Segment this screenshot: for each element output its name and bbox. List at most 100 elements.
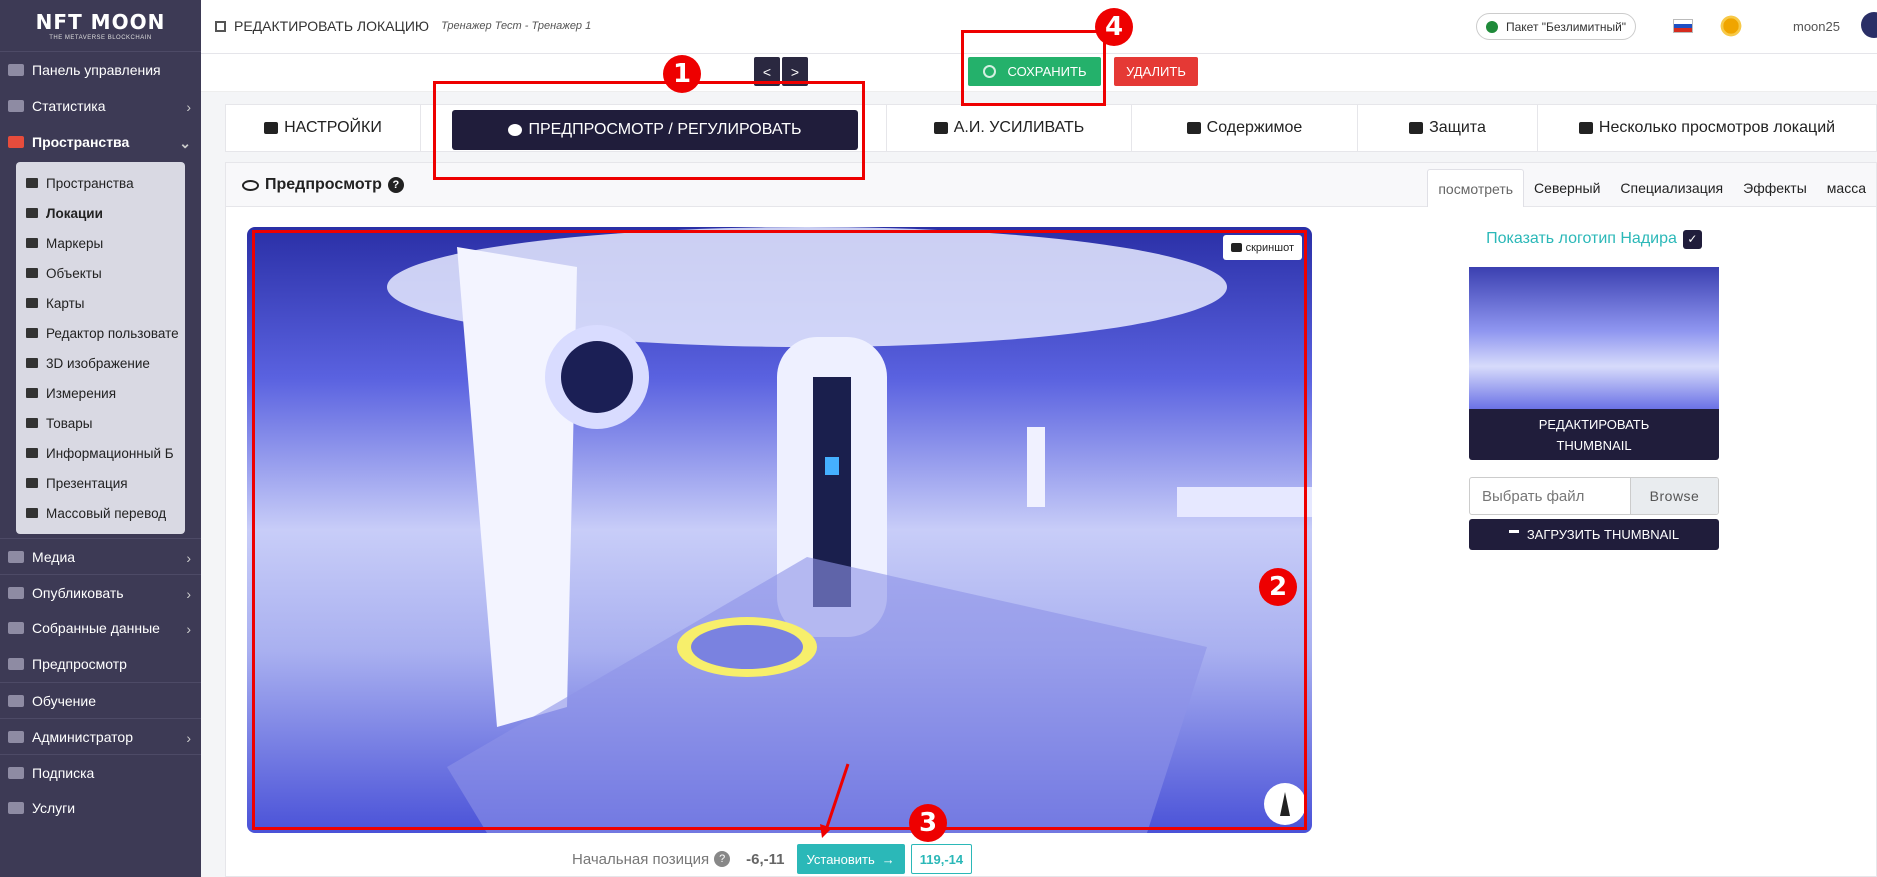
sub-presentation[interactable]: Презентация [16,468,185,498]
chart-icon [8,100,24,112]
edit-thumb-line1: РЕДАКТИРОВАТЬ [1538,416,1650,432]
database-icon [8,622,24,634]
arrow-right-icon: → [881,851,895,867]
nav-training[interactable]: Обучение [0,682,201,718]
subtab-mass[interactable]: масса [1817,169,1876,207]
username[interactable]: moon25 [1793,19,1840,34]
crop-icon [26,208,38,218]
sub-info[interactable]: Информационный Б [16,438,185,468]
services-icon [8,802,24,814]
image-icon [26,238,38,248]
tab-ai-enhance[interactable]: А.И. УСИЛИВАТЬ [886,105,1132,151]
panel-title-text: Предпросмотр [265,176,382,193]
spaces-icon [8,136,24,148]
monitor-icon [8,550,24,563]
target-icon [26,268,38,278]
nav-services[interactable]: Услуги [0,790,201,826]
browse-button[interactable]: Browse [1630,478,1718,514]
set-position-button[interactable]: Установить → [796,844,905,874]
nav-dashboard[interactable]: Панель управления [0,52,201,88]
edit-thumbnail-button[interactable]: РЕДАКТИРОВАТЬ THUMBNAIL [1469,409,1719,460]
sub-measurements[interactable]: Измерения [16,378,185,408]
tab-security[interactable]: Защита [1358,105,1538,151]
sub-label: Презентация [46,475,128,491]
annotation-badge-2: 2 [1259,568,1297,606]
help-icon[interactable]: ? [387,177,404,193]
subtab-specialization[interactable]: Специализация [1610,169,1733,207]
lock-icon [1409,122,1424,134]
nav-label: Панель управления [32,62,161,78]
sub-label: Локации [46,205,103,221]
card-icon [8,766,24,779]
upload-thumbnail-button[interactable]: ЗАГРУЗИТЬ THUMBNAIL [1469,519,1719,550]
nav-label: Медиа [32,548,76,565]
breadcrumb: РЕДАКТИРОВАТЬ ЛОКАЦИЮ Тренажер Тест - Тр… [215,18,591,34]
nav-subscription[interactable]: Подписка [0,754,201,790]
subtab-north[interactable]: Северный [1524,169,1610,207]
spaces-submenu: Пространства Локации Маркеры Объекты Кар… [16,162,185,534]
tab-multi-view[interactable]: Несколько просмотров локаций [1538,105,1876,151]
nav-admin[interactable]: Администратор › [0,718,201,754]
sub-locations[interactable]: Локации [16,198,185,228]
chevron-right-icon: › [186,730,191,746]
gears-icon [264,122,279,134]
chevron-right-icon: › [186,99,191,115]
nav-label: Собранные данные [32,620,160,636]
sub-label: Карты [46,295,85,311]
sub-objects[interactable]: Объекты [16,258,185,288]
panel-title: Предпросмотр ? [242,176,404,194]
annotation-badge-3: 3 [909,804,947,842]
nav-publish[interactable]: Опубликовать › [0,574,201,610]
sub-maps[interactable]: Карты [16,288,185,318]
sub-3d-image[interactable]: 3D изображение [16,348,185,378]
sub-user-editor[interactable]: Редактор пользовате [16,318,185,348]
start-position-label: Начальная позиция [572,850,710,868]
eye-icon [242,179,259,191]
russian-flag-icon[interactable] [1673,19,1693,33]
tab-content[interactable]: Содержимое [1132,105,1358,151]
avatar[interactable] [1861,12,1877,38]
nadir-logo-label: Показать логотип Надира [1486,230,1677,247]
nav-statistics[interactable]: Статистика › [0,88,201,124]
theme-sun-icon[interactable] [1719,14,1743,38]
sub-label: Информационный Б [46,445,174,461]
sub-label: Измерения [46,385,117,401]
upload-label: ЗАГРУЗИТЬ THUMBNAIL [1526,527,1680,542]
diamond-icon [26,478,38,488]
nav-media[interactable]: Медиа › [0,538,201,574]
help-icon[interactable]: ? [714,851,731,867]
subtab-view[interactable]: посмотреть [1427,169,1525,207]
file-input[interactable]: Выбрать файл [1470,478,1630,514]
start-position-value: -6,-11 [746,850,785,868]
delete-button[interactable]: УДАЛИТЬ [1114,57,1198,86]
sub-products[interactable]: Товары [16,408,185,438]
subtab-effects[interactable]: Эффекты [1733,169,1817,207]
file-chooser[interactable]: Выбрать файл Browse [1469,477,1719,515]
list-icon [26,178,38,188]
sub-bulk-translate[interactable]: Массовый перевод [16,498,185,528]
sub-spaces[interactable]: Пространства [16,168,185,198]
logo[interactable]: NFT MOON THE METAVERSE BLOCKCHAIN [0,0,201,52]
current-coord-button[interactable]: 119,-14 [910,844,973,874]
nav-label: Предпросмотр [32,656,127,672]
dashboard-icon [8,64,24,76]
tab-label: Несколько просмотров локаций [1598,119,1836,136]
checkbox-checked-icon[interactable]: ✓ [1682,229,1702,249]
nadir-logo-toggle[interactable]: Показать логотип Надира ✓ [1469,227,1719,251]
images-icon [1186,122,1201,134]
package-badge[interactable]: Пакет "Безлимитный" [1476,13,1637,40]
cube-icon [26,358,38,368]
sub-markers[interactable]: Маркеры [16,228,185,258]
annotation-box-1 [433,81,865,180]
annotation-arrow [820,763,850,838]
nav-collected-data[interactable]: Собранные данные › [0,610,201,646]
sub-label: Товары [46,415,93,431]
window-icon [1578,122,1593,134]
chevron-right-icon: › [186,586,191,602]
nav-spaces[interactable]: Пространства ⌄ [0,124,201,160]
page-title: РЕДАКТИРОВАТЬ ЛОКАЦИЮ [234,18,430,34]
tab-settings[interactable]: НАСТРОЙКИ [226,105,421,151]
nav-label: Обучение [32,692,97,709]
send-icon [8,586,24,599]
nav-preview[interactable]: Предпросмотр [0,646,201,682]
